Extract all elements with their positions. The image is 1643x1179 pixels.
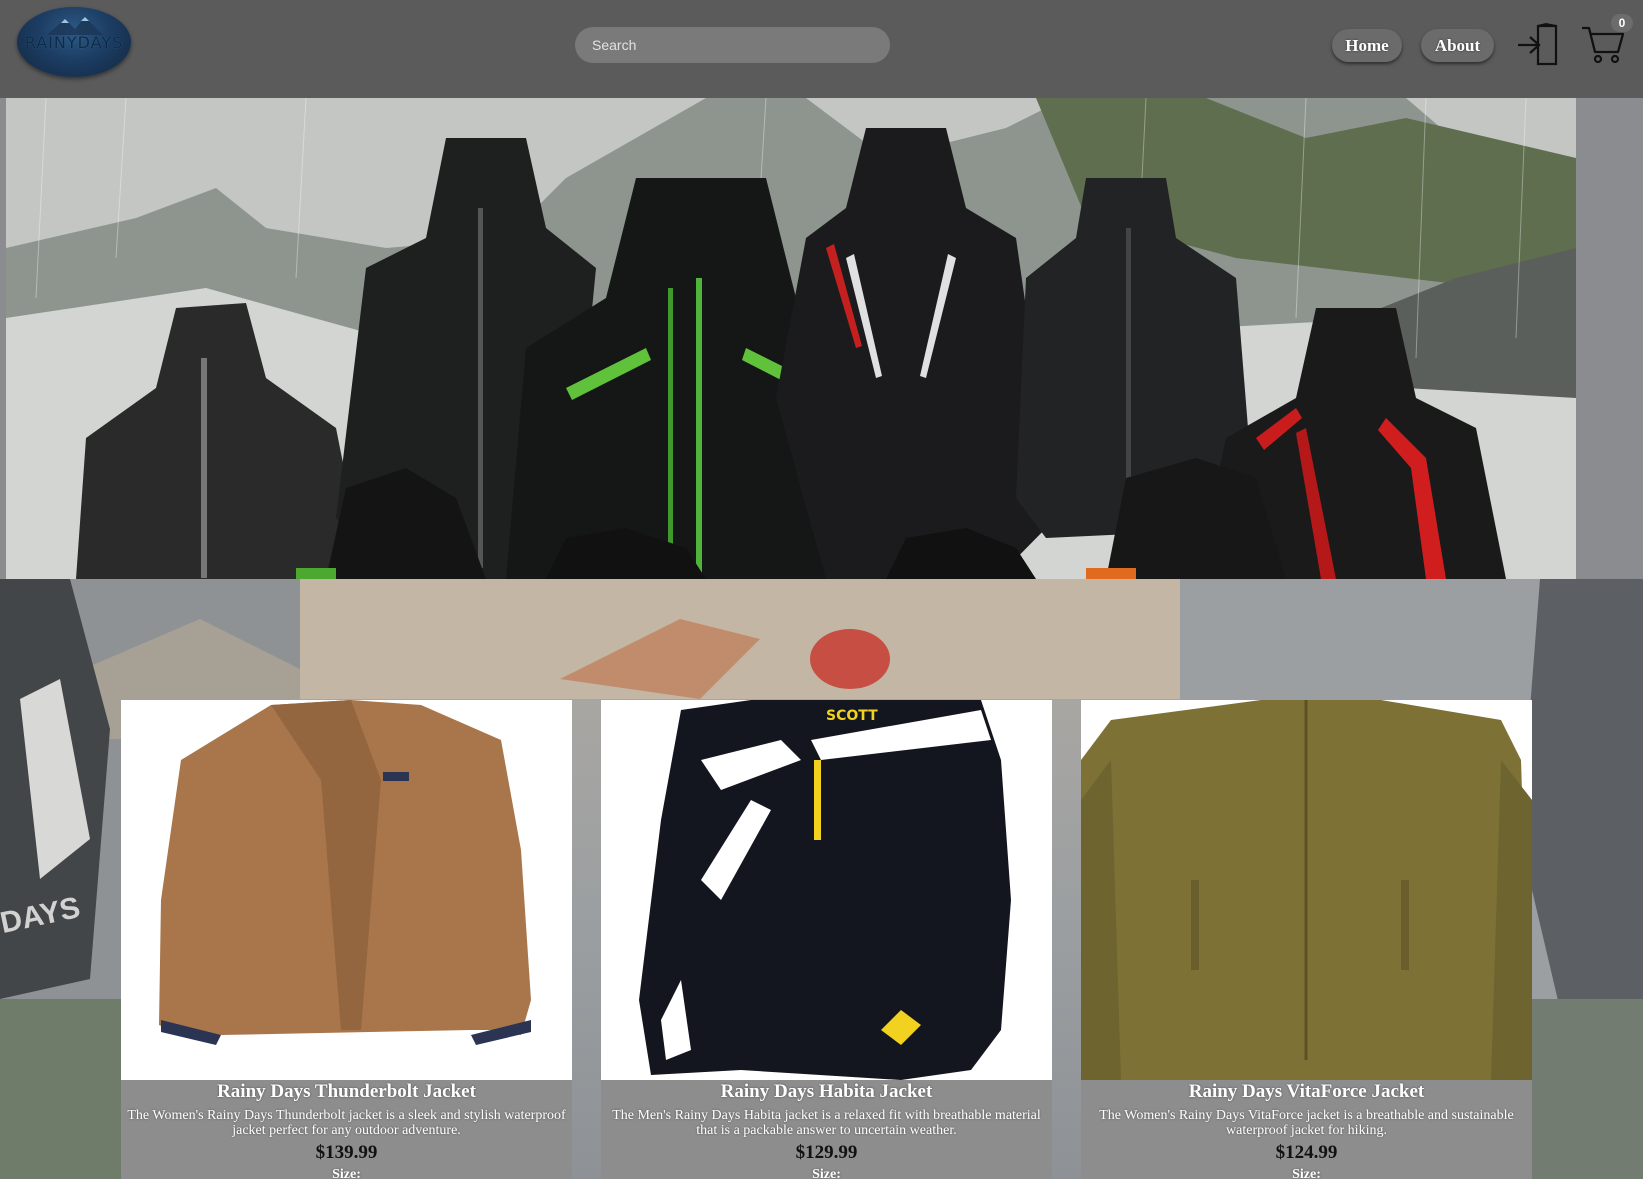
product-description: The Men's Rainy Days Habita jacket is a … (612, 1108, 1041, 1138)
product-image[interactable]: SCOTT (601, 700, 1052, 1080)
product-image[interactable] (121, 700, 572, 1080)
search-input[interactable] (575, 27, 890, 63)
product-price: $139.99 (315, 1142, 378, 1163)
cart-count-badge: 0 (1611, 14, 1633, 32)
product-description: The Women's Rainy Days VitaForce jacket … (1099, 1108, 1514, 1138)
product-title[interactable]: Rainy Days Thunderbolt Jacket (121, 1081, 572, 1103)
svg-text:SCOTT: SCOTT (826, 708, 878, 724)
product-price: $124.99 (1275, 1142, 1338, 1163)
nav-about-button[interactable]: About (1421, 29, 1494, 62)
fleece-jacket-image (159, 700, 531, 1045)
hero-jackets-illustration (6, 98, 1576, 579)
product-card[interactable]: SCOTT Rainy Days Habita Jacket The Men's… (601, 700, 1052, 1179)
nav-home-button[interactable]: Home (1332, 29, 1402, 62)
product-title[interactable]: Rainy Days VitaForce Jacket (1081, 1081, 1532, 1103)
product-card[interactable]: Rainy Days Thunderbolt Jacket The Women'… (121, 700, 572, 1179)
rainydays-logo[interactable]: RAINYDAYS (17, 7, 131, 77)
product-size-label: Size: (1292, 1167, 1321, 1179)
product-size-label: Size: (812, 1167, 841, 1179)
olive-jacket-image (1081, 700, 1532, 1080)
product-description: The Women's Rainy Days Thunderbolt jacke… (127, 1108, 566, 1138)
product-title[interactable]: Rainy Days Habita Jacket (601, 1081, 1052, 1103)
product-price: $129.99 (795, 1142, 858, 1163)
logo-text: RAINYDAYS (24, 33, 124, 52)
product-size-label: Size: (332, 1167, 361, 1179)
site-header: RAINYDAYS Home About 0 (0, 0, 1643, 98)
login-door-icon[interactable] (1516, 22, 1562, 68)
hero-banner-image (6, 98, 1576, 579)
product-card[interactable]: Rainy Days VitaForce Jacket The Women's … (1081, 700, 1532, 1179)
product-image[interactable] (1081, 700, 1532, 1080)
black-jacket-image: SCOTT (639, 700, 1011, 1080)
